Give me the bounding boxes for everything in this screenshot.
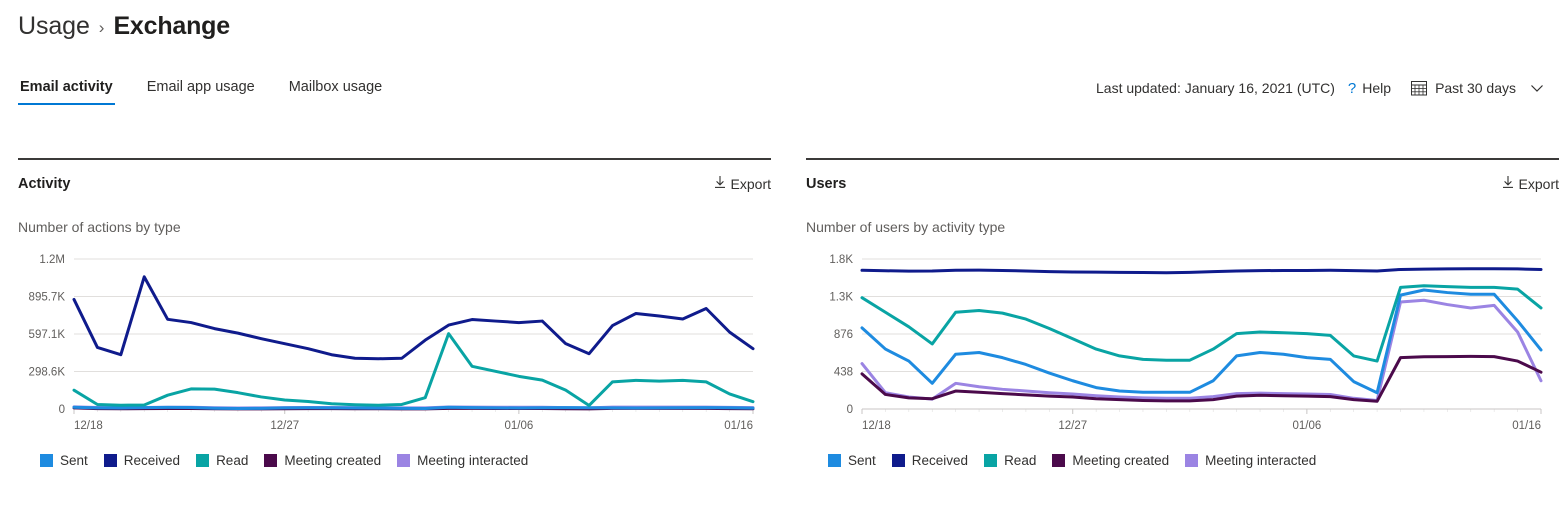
legend-item-meeting-interacted[interactable]: Meeting interacted (1185, 453, 1316, 468)
legend-users: Sent Received Read Meeting created Meeting i… (828, 453, 1559, 468)
series-line-received (860, 267, 1543, 275)
legend-item-read[interactable]: Read (984, 453, 1036, 468)
legend-swatch-icon (891, 454, 905, 467)
chevron-down-icon[interactable] (1516, 80, 1545, 96)
card-divider-users (806, 158, 1559, 160)
legend-label: Sent (848, 453, 876, 468)
legend-item-meeting-created[interactable]: Meeting created (1052, 453, 1169, 468)
calendar-icon (1411, 80, 1428, 96)
legend-item-sent[interactable]: Sent (828, 453, 876, 468)
series-line-sent (72, 405, 755, 410)
y-axis-tick-label: 876 (834, 329, 853, 341)
series-line-meeting-created (860, 354, 1543, 403)
header-controls: Last updated: January 16, 2021 (UTC) ? H… (1096, 80, 1545, 96)
legend-item-read[interactable]: Read (196, 453, 248, 468)
legend-swatch-icon (40, 454, 53, 467)
card-title-users: Users (806, 175, 847, 192)
legend-label: Meeting created (284, 453, 382, 468)
tab-email-activity[interactable]: Email activity (18, 76, 115, 105)
series-line-sent (860, 288, 1543, 395)
help-label: Help (1362, 80, 1392, 96)
legend-label: Read (216, 453, 249, 468)
y-axis-tick-label: 1.8K (829, 254, 853, 266)
legend-swatch-icon (1052, 454, 1066, 467)
x-axis-tick-label: 01/06 (1292, 420, 1321, 432)
y-axis-tick-label: 0 (847, 404, 853, 416)
card-divider-activity (18, 158, 771, 160)
page-title: Exchange (113, 12, 230, 40)
export-button-users[interactable]: Export (1501, 175, 1559, 192)
x-axis-tick-label: 12/18 (74, 420, 103, 432)
legend-label: Meeting created (1072, 453, 1170, 468)
legend-label: Sent (60, 453, 88, 468)
tab-mailbox-usage-label: Mailbox usage (288, 79, 383, 95)
card-activity: Activity Export Number of actions by typ… (18, 158, 771, 468)
y-axis-tick-label: 1.3K (829, 292, 853, 304)
card-users: Users Export Number of users by activity… (806, 158, 1559, 468)
x-axis-tick-label: 12/27 (270, 420, 299, 432)
legend-item-meeting-created[interactable]: Meeting created (264, 453, 381, 468)
tab-bar: Email activity Email app usage Mailbox u… (18, 76, 384, 105)
export-label-users: Export (1518, 175, 1559, 192)
download-icon (1501, 175, 1515, 192)
legend-item-sent[interactable]: Sent (40, 453, 88, 468)
legend-label: Meeting interacted (1205, 453, 1317, 468)
x-axis-tick-label: 01/06 (504, 420, 533, 432)
date-range-label: Past 30 days (1435, 80, 1516, 96)
legend-label: Received (123, 453, 181, 468)
legend-swatch-icon (397, 454, 411, 467)
breadcrumb: Usage › Exchange (18, 12, 230, 41)
series-line-read (72, 332, 755, 407)
legend-swatch-icon (828, 454, 841, 467)
card-subtitle-users: Number of users by activity type (806, 219, 1006, 235)
x-axis-tick-label: 12/18 (862, 420, 891, 432)
legend-swatch-icon (1185, 454, 1199, 467)
legend-item-received[interactable]: Received (103, 453, 181, 468)
series-line-read (860, 284, 1543, 363)
legend-swatch-icon (103, 454, 117, 467)
last-updated-text: Last updated: January 16, 2021 (UTC) (1096, 80, 1335, 96)
y-axis-tick-label: 895.7K (29, 291, 66, 303)
legend-swatch-icon (196, 454, 210, 467)
export-button-activity[interactable]: Export (713, 175, 771, 192)
breadcrumb-link-usage[interactable]: Usage (18, 12, 90, 41)
legend-item-meeting-interacted[interactable]: Meeting interacted (397, 453, 528, 468)
legend-label: Meeting interacted (417, 453, 529, 468)
tab-email-activity-label: Email activity (20, 79, 113, 95)
legend-swatch-icon (984, 454, 998, 467)
x-axis-tick-label: 01/16 (1512, 420, 1541, 432)
card-header-activity: Activity Export (18, 175, 771, 192)
x-axis-tick-label: 01/16 (724, 420, 753, 432)
series-line-received (72, 275, 755, 361)
legend-activity: Sent Received Read Meeting created Meeting i… (40, 453, 771, 468)
legend-swatch-icon (264, 454, 278, 467)
y-axis-tick-label: 298.6K (29, 366, 66, 378)
x-axis-tick-label: 12/27 (1058, 420, 1087, 432)
tab-email-app-usage-label: Email app usage (146, 79, 255, 95)
chart-users[interactable]: 0 438 876 1.3K 1.8K 12/18 12/27 01/06 01/16 (806, 251, 1559, 441)
chart-activity[interactable]: 0 298.6K 597.1K 895.7K 1.2M 12/18 12/27 01/06 01… (18, 251, 771, 441)
question-mark-icon: ? (1347, 79, 1357, 97)
y-axis-tick-label: 597.1K (29, 329, 66, 341)
breadcrumb-separator-icon: › (98, 18, 105, 37)
legend-item-received[interactable]: Received (891, 453, 969, 468)
y-axis-tick-label: 438 (834, 367, 853, 379)
cards-container: Activity Export Number of actions by typ… (0, 158, 1567, 468)
card-title-activity: Activity (18, 175, 71, 192)
download-icon (713, 175, 727, 192)
tab-email-app-usage[interactable]: Email app usage (145, 76, 257, 105)
legend-label: Received (911, 453, 969, 468)
export-label-activity: Export (730, 175, 771, 192)
card-header-users: Users Export (806, 175, 1559, 192)
date-range-picker[interactable]: Past 30 days (1411, 80, 1516, 96)
y-axis-tick-label: 1.2M (39, 254, 65, 266)
help-button[interactable]: ? Help (1348, 80, 1391, 96)
legend-label: Read (1004, 453, 1037, 468)
y-axis-tick-label: 0 (59, 404, 65, 416)
tab-mailbox-usage[interactable]: Mailbox usage (287, 76, 385, 105)
card-subtitle-activity: Number of actions by type (18, 219, 181, 235)
